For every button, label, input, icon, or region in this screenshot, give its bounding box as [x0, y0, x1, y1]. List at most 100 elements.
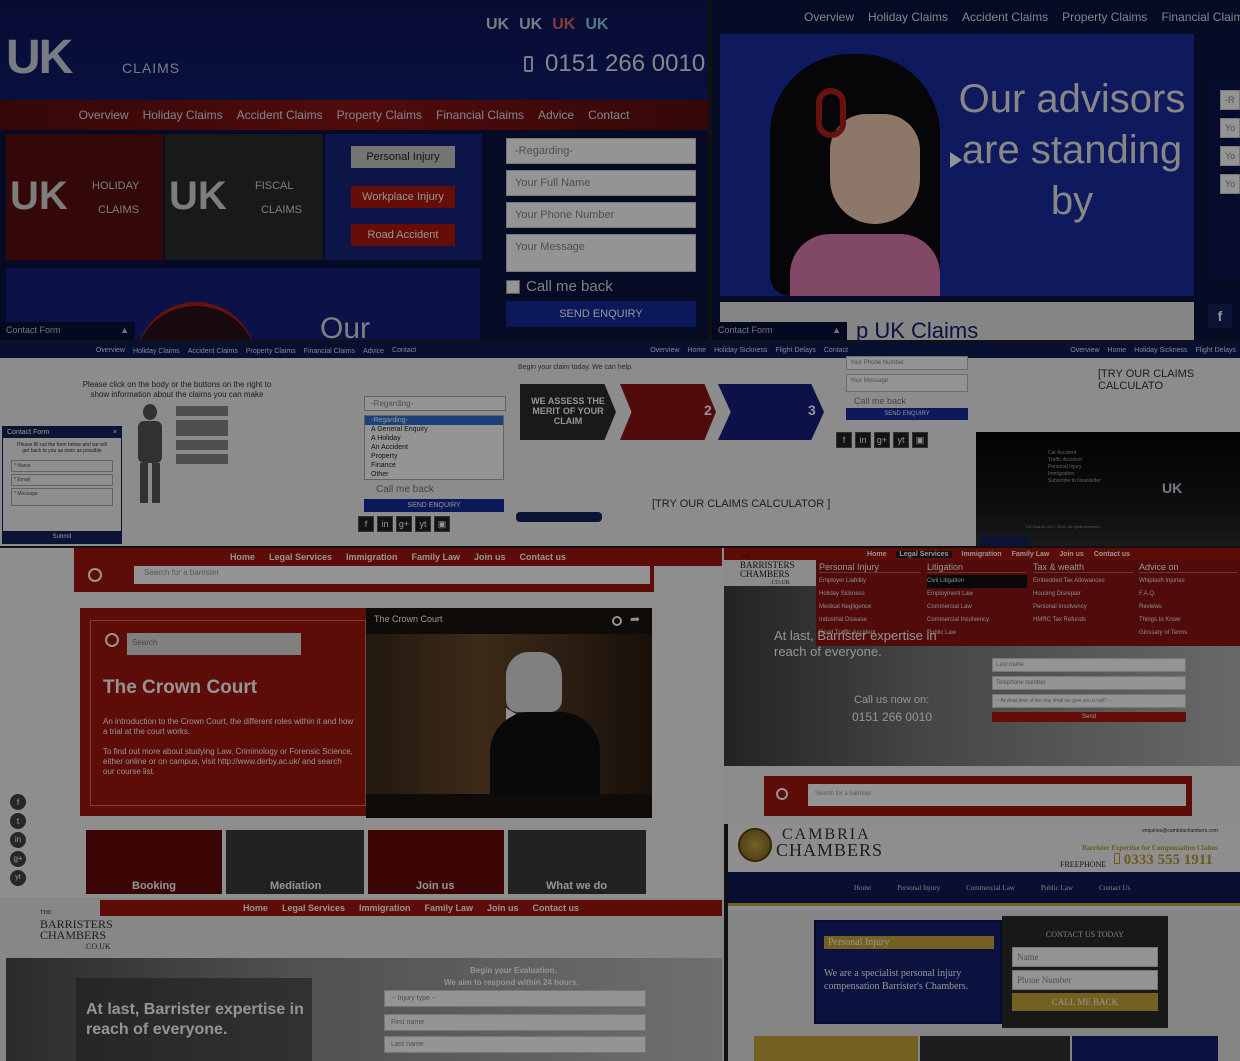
nav-advice[interactable]: Advice: [363, 345, 384, 355]
nav-join-us[interactable]: Join us: [1059, 551, 1084, 558]
googleplus-icon[interactable]: g+: [874, 432, 890, 448]
menu-item[interactable]: HMRC Tax Refunds: [1033, 614, 1133, 627]
nav-overview[interactable]: Overview: [1070, 347, 1099, 354]
dropdown-option[interactable]: Property: [365, 452, 503, 461]
telephone-input[interactable]: Telephone number: [992, 676, 1186, 690]
last-name-input[interactable]: Last name: [384, 1036, 646, 1053]
nav-join-us[interactable]: Join us: [474, 552, 506, 562]
menu-col-head[interactable]: Advice on: [1139, 562, 1237, 573]
dropdown-head[interactable]: -Regarding-: [364, 396, 506, 411]
nav-financial-claims[interactable]: Financial Claims: [436, 108, 524, 122]
nav-overview[interactable]: Overview: [650, 347, 679, 354]
list-item[interactable]: Subscribe to Newsletter: [1048, 478, 1101, 485]
body-diagram[interactable]: [130, 404, 170, 504]
search-input-top[interactable]: Search for a barrister: [134, 566, 650, 584]
body-part-button[interactable]: [176, 406, 228, 416]
mini-message-input[interactable]: Your Message: [846, 374, 968, 392]
injury-type-select[interactable]: -- Injury type --: [384, 990, 646, 1007]
menu-item[interactable]: Glossary of Terms: [1139, 627, 1237, 640]
side-input[interactable]: Yo: [1220, 118, 1240, 138]
nav-immigration[interactable]: Immigration: [962, 551, 1002, 558]
nav-advice[interactable]: Advice: [538, 108, 574, 122]
facebook-icon[interactable]: f: [358, 516, 374, 532]
nav-contact-us[interactable]: Contact us: [520, 552, 567, 562]
nav-legal-services[interactable]: Legal Services: [896, 550, 952, 558]
menu-item[interactable]: Industrial Disease: [819, 614, 921, 627]
list-item[interactable]: Traffic Accident: [1048, 457, 1101, 464]
nav-property-claims[interactable]: Property Claims: [246, 345, 296, 355]
body-part-button[interactable]: [176, 454, 228, 464]
freephone-number[interactable]: 0333 555 1911: [1114, 852, 1213, 869]
nav-overview[interactable]: Overview: [79, 108, 129, 122]
nav-holiday-sickness[interactable]: Holiday Sickness: [1134, 347, 1187, 354]
dropdown-option[interactable]: An Accident: [365, 443, 503, 452]
search-icon[interactable]: [88, 568, 102, 582]
search-icon[interactable]: [105, 633, 119, 647]
menu-item[interactable]: Housing Disrepair: [1033, 588, 1133, 601]
nav-property-claims[interactable]: Property Claims: [1062, 10, 1147, 24]
clock-icon[interactable]: [612, 616, 622, 626]
nav-home[interactable]: Home: [230, 552, 255, 562]
nav-legal-services[interactable]: Legal Services: [269, 552, 332, 562]
cambria-name-input[interactable]: Name: [1012, 947, 1158, 967]
contact-form-tab[interactable]: [516, 512, 602, 522]
list-item[interactable]: Personal Injury: [1048, 464, 1101, 471]
nav-holiday-claims[interactable]: Holiday Claims: [868, 10, 948, 24]
last-name-input[interactable]: Last name: [992, 658, 1186, 672]
send-enquiry-button[interactable]: SEND ENQUIRY: [506, 301, 696, 327]
full-name-input[interactable]: Your Full Name: [506, 170, 696, 196]
body-part-button[interactable]: [176, 440, 228, 450]
list-item[interactable]: Car Accident: [1048, 450, 1101, 457]
nav-personal-injury[interactable]: Personal Injury: [897, 884, 940, 892]
menu-item[interactable]: Embedded Tax Allowances: [1033, 575, 1133, 588]
menu-item[interactable]: Commercial Insolvency: [927, 614, 1027, 627]
menu-item[interactable]: Medical Negligence: [819, 601, 921, 614]
search-icon[interactable]: [776, 788, 788, 800]
callback-label[interactable]: Call me back: [376, 484, 510, 495]
nav-home[interactable]: Home: [854, 884, 871, 892]
googleplus-icon[interactable]: g+: [10, 851, 26, 867]
cambria-phone-input[interactable]: Phone Number: [1012, 970, 1158, 990]
menu-col-head[interactable]: Litigation: [927, 562, 1027, 573]
send-enquiry-button[interactable]: SEND ENQUIRY: [846, 408, 968, 420]
nav-home[interactable]: Home: [687, 347, 706, 354]
nav-holiday-claims[interactable]: Holiday Claims: [133, 345, 180, 355]
contact-form-tab[interactable]: Contact Form ▲: [712, 322, 847, 340]
service-tile-join-us[interactable]: Join us: [368, 830, 504, 894]
regarding-select[interactable]: -Regarding-: [506, 138, 696, 164]
menu-item[interactable]: Reviews: [1139, 601, 1237, 614]
barrister-search-input[interactable]: Search for a barrister: [808, 784, 1186, 806]
step-3[interactable]: 3: [718, 384, 824, 440]
call-me-back-button[interactable]: CALL ME BACK: [1012, 993, 1158, 1011]
nav-contact[interactable]: Contact: [392, 347, 416, 354]
linkedin-icon[interactable]: in: [377, 516, 393, 532]
menu-item[interactable]: Commercial Law: [927, 601, 1027, 614]
linkedin-icon[interactable]: in: [855, 432, 871, 448]
nav-accident-claims[interactable]: Accident Claims: [188, 345, 238, 355]
nav-legal-services[interactable]: Legal Services: [282, 903, 345, 913]
step-2[interactable]: 2: [620, 384, 716, 440]
service-tile-booking[interactable]: Booking: [86, 830, 222, 894]
youtube-icon[interactable]: yt: [893, 432, 909, 448]
callback-checkbox[interactable]: [506, 279, 520, 294]
menu-item[interactable]: Holiday Sickness: [819, 588, 921, 601]
side-input[interactable]: -R: [1220, 90, 1240, 110]
nav-home[interactable]: Home: [243, 903, 268, 913]
side-input[interactable]: Yo: [1220, 174, 1240, 194]
nav-flight-delays[interactable]: Flight Delays: [1196, 347, 1236, 354]
nav-holiday-claims[interactable]: Holiday Claims: [143, 108, 223, 122]
nav-contact-us[interactable]: Contact us: [1094, 551, 1130, 558]
facebook-icon[interactable]: f: [1208, 304, 1232, 328]
callback-label[interactable]: Call me back: [854, 396, 968, 406]
nav-public-law[interactable]: Public Law: [1041, 884, 1073, 892]
instagram-icon[interactable]: ▣: [912, 432, 928, 448]
close-icon[interactable]: ×: [113, 429, 117, 436]
nav-accident-claims[interactable]: Accident Claims: [962, 10, 1048, 24]
crown-search-input[interactable]: Search: [127, 633, 301, 655]
calculator-link[interactable]: [TRY OUR CLAIMS CALCULATO: [1098, 368, 1240, 392]
nav-overview[interactable]: Overview: [804, 10, 854, 24]
dropdown-option[interactable]: Finance: [365, 461, 503, 470]
video-player[interactable]: The Crown Court ➦: [366, 608, 652, 818]
mini-phone-input[interactable]: Your Phone Number: [846, 356, 968, 370]
menu-item[interactable]: Whiplash Injuries: [1139, 575, 1237, 588]
